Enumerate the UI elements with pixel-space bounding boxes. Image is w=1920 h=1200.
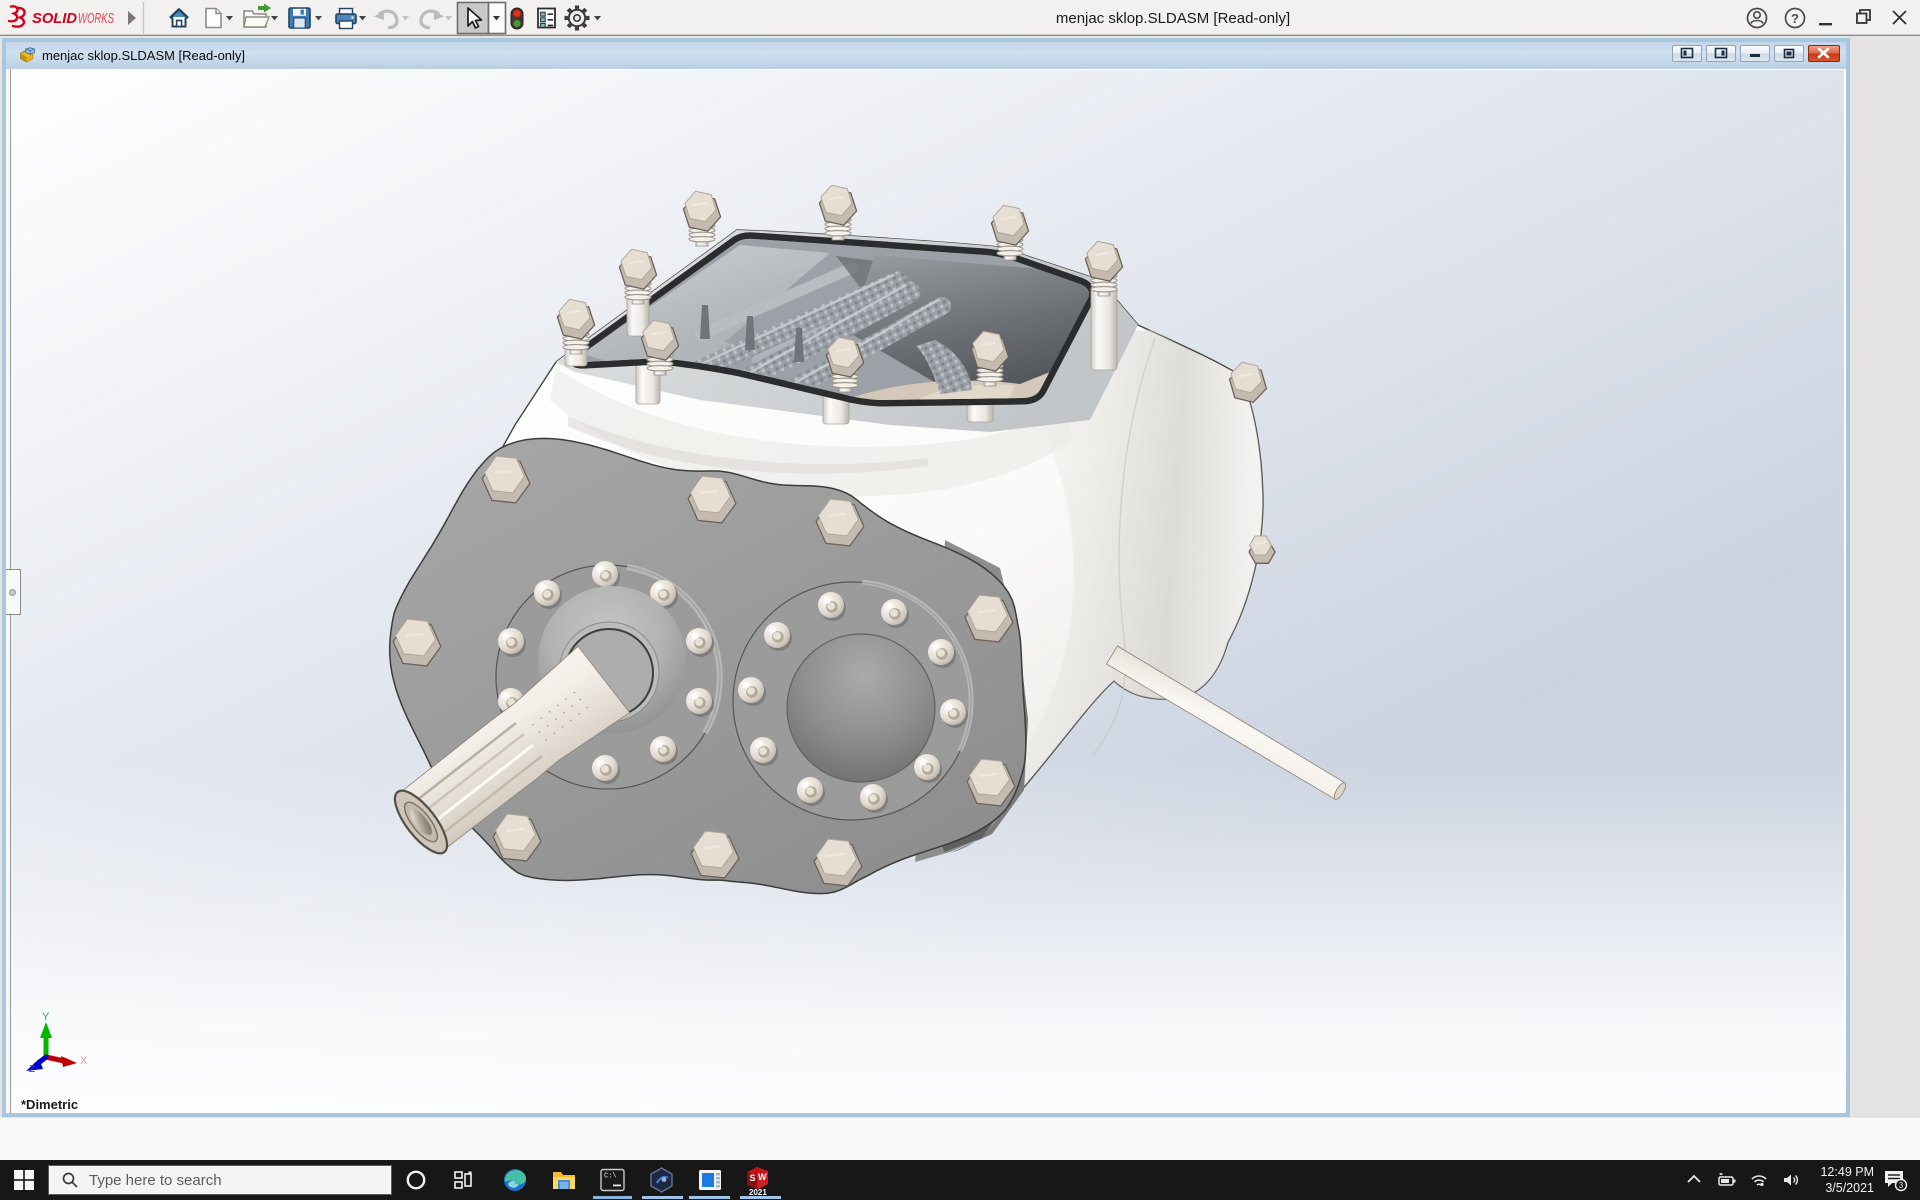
svg-text:C:\: C:\ (604, 1173, 617, 1181)
svg-text:Y: Y (42, 1011, 50, 1023)
svg-text:S: S (750, 1173, 756, 1183)
svg-text:2021: 2021 (749, 1188, 767, 1196)
svg-text:3/5/2021: 3/5/2021 (1825, 1181, 1874, 1195)
svg-text:?: ? (1791, 11, 1799, 26)
svg-text:W: W (758, 1172, 767, 1182)
svg-text:3: 3 (1899, 1181, 1904, 1190)
svg-text:*Dimetric: *Dimetric (21, 1097, 78, 1112)
svg-text:Z: Z (29, 1064, 35, 1075)
svg-text:WORKS: WORKS (78, 10, 114, 27)
svg-text:12:49 PM: 12:49 PM (1820, 1165, 1874, 1179)
svg-text:X: X (80, 1055, 88, 1067)
svg-text:SOLID: SOLID (32, 10, 77, 27)
svg-text:menjac sklop.SLDASM [Read-only: menjac sklop.SLDASM [Read-only] (1056, 10, 1290, 27)
